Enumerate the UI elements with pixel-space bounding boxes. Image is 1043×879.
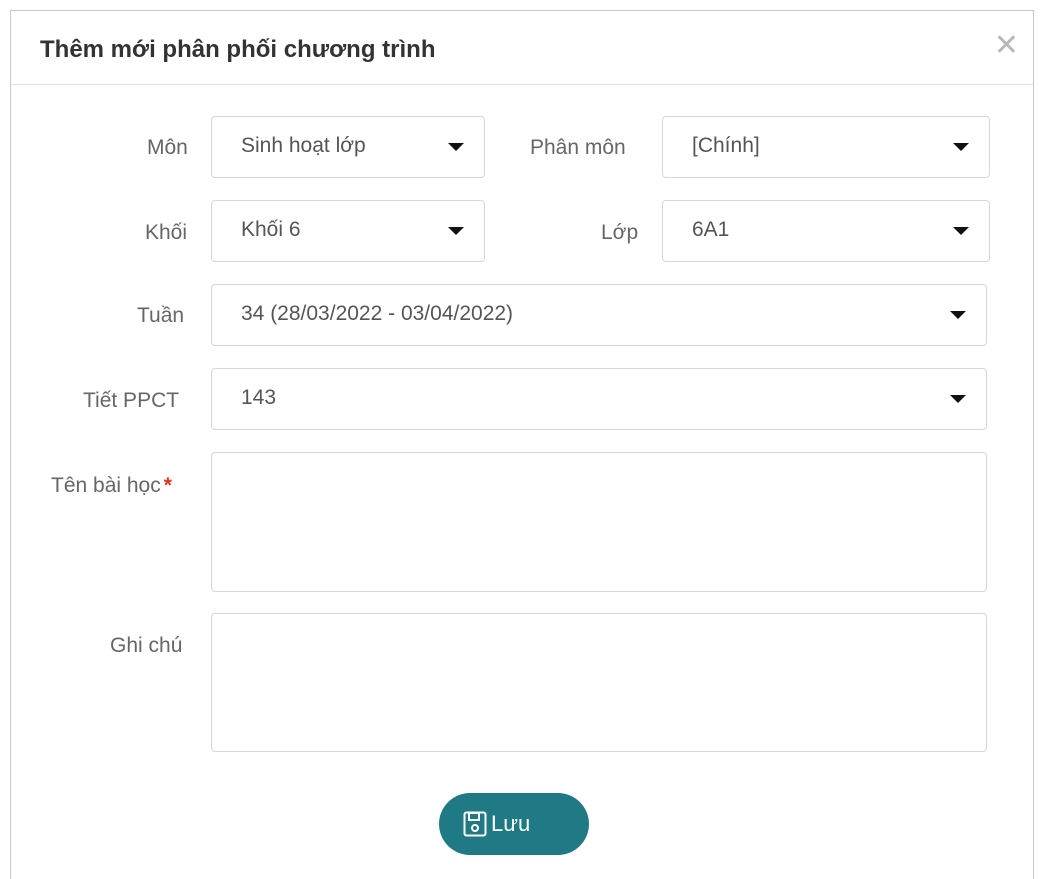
lesson-name-textarea[interactable] (211, 452, 987, 592)
week-select[interactable]: 34 (28/03/2022 - 03/04/2022) (211, 284, 987, 346)
period-label: Tiết PPCT (83, 389, 180, 412)
period-value: 143 (241, 386, 277, 409)
dialog-title: Thêm mới phân phối chương trình (40, 36, 436, 63)
note-textarea[interactable] (211, 613, 987, 752)
lesson-name-label-text: Tên bài học (51, 474, 161, 497)
sub-subject-value: [Chính] (692, 134, 760, 157)
caret-down-icon (950, 311, 966, 319)
close-icon[interactable]: ✕ (994, 31, 1019, 61)
subject-select[interactable]: Sinh hoạt lớp (211, 116, 485, 178)
note-label: Ghi chú (110, 634, 183, 657)
class-select[interactable]: 6A1 (662, 200, 990, 262)
class-value: 6A1 (692, 218, 730, 241)
period-select[interactable]: 143 (211, 368, 987, 430)
grade-value: Khối 6 (241, 218, 301, 241)
lesson-name-label: Tên bài học * (51, 474, 172, 498)
grade-label: Khối (145, 221, 188, 244)
week-value: 34 (28/03/2022 - 03/04/2022) (241, 302, 514, 325)
caret-down-icon (448, 227, 464, 235)
add-curriculum-dialog: Thêm mới phân phối chương trình ✕ Môn Si… (10, 10, 1034, 879)
sub-subject-label: Phân môn (530, 136, 626, 159)
caret-down-icon (950, 395, 966, 403)
subject-value: Sinh hoạt lớp (241, 134, 366, 157)
caret-down-icon (953, 143, 969, 151)
save-button[interactable]: Lưu (439, 793, 589, 855)
caret-down-icon (448, 143, 464, 151)
floppy-disk-icon (463, 811, 487, 837)
dialog-header: Thêm mới phân phối chương trình ✕ (11, 11, 1033, 85)
save-button-label: Lưu (491, 811, 531, 836)
week-label: Tuần (137, 304, 185, 327)
sub-subject-select[interactable]: [Chính] (662, 116, 990, 178)
required-mark: * (163, 474, 172, 497)
grade-select[interactable]: Khối 6 (211, 200, 485, 262)
subject-label: Môn (147, 136, 188, 159)
caret-down-icon (953, 227, 969, 235)
class-label: Lớp (601, 221, 639, 244)
